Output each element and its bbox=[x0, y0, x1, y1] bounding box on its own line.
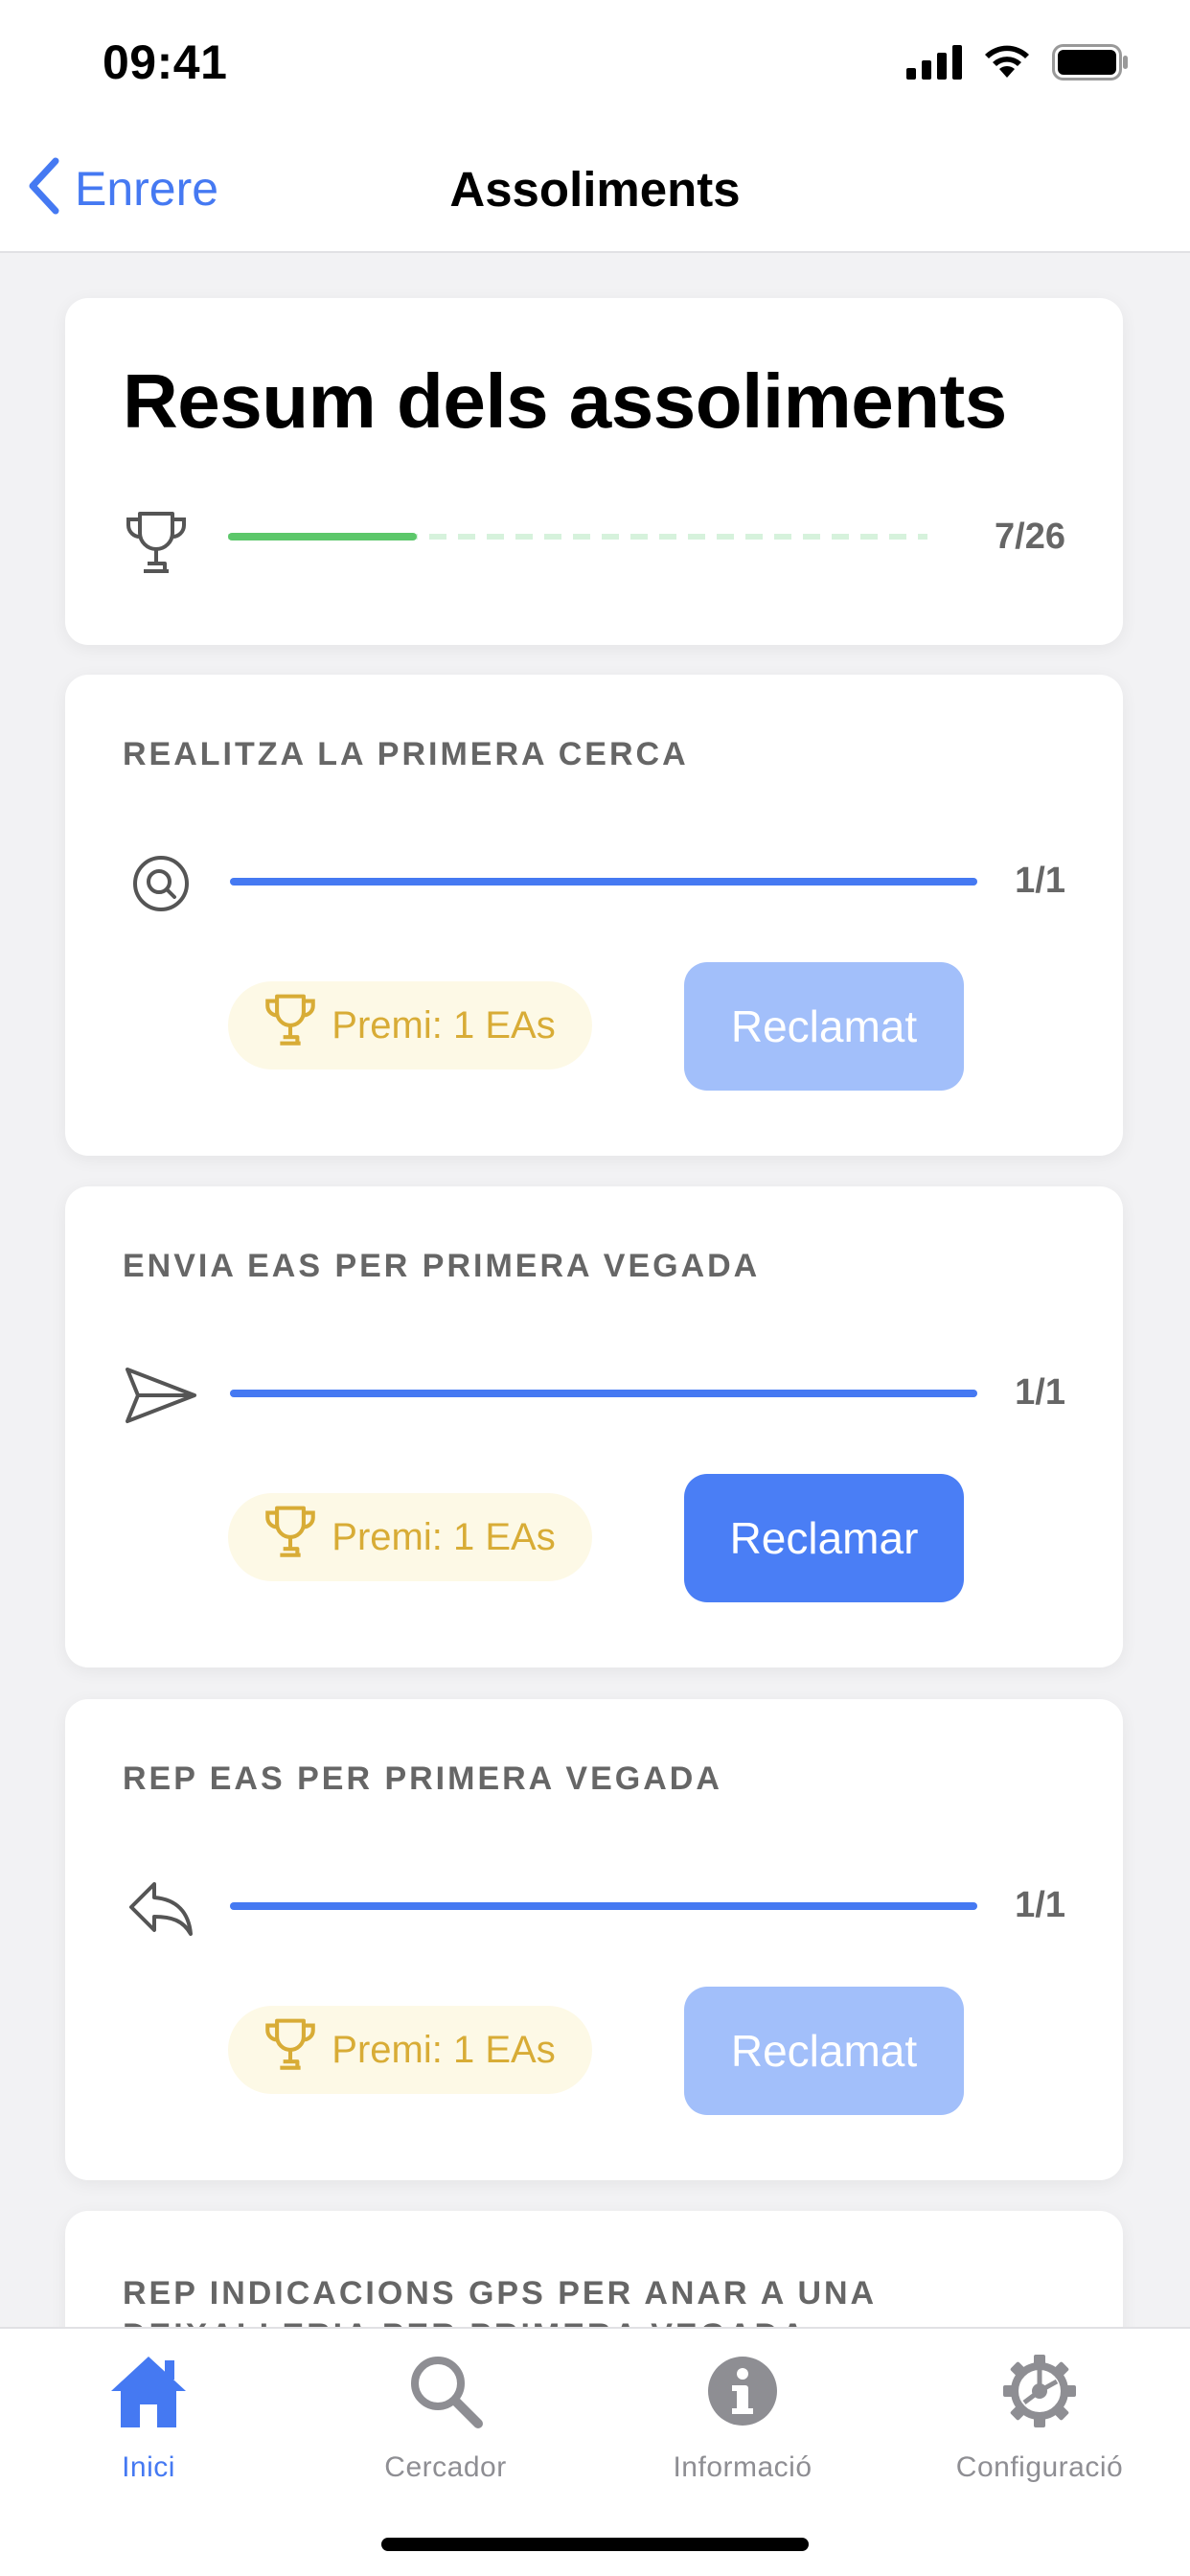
battery-icon bbox=[1052, 44, 1129, 85]
achievement-title: Rep indicacions GPS per anar a una deixa… bbox=[123, 2275, 876, 2327]
achievement-count: 1/1 bbox=[1015, 1885, 1065, 1925]
claim-button[interactable]: Reclamar bbox=[684, 1474, 964, 1602]
status-time: 09:41 bbox=[103, 35, 228, 89]
reward-badge: Premi: 1 EAs bbox=[228, 1493, 592, 1581]
page-title: Assoliments bbox=[449, 162, 741, 217]
achievement-card: Realitza la primera cerca 1/1 Premi: 1 E… bbox=[65, 675, 1123, 1156]
tab-label: Informació bbox=[673, 2451, 812, 2483]
reward-label: Premi: 1 EAs bbox=[332, 1515, 556, 1558]
reward-badge: Premi: 1 EAs bbox=[228, 981, 592, 1070]
achievement-title: Rep EAs per primera vegada bbox=[123, 1760, 722, 1797]
achievements-list[interactable]: Resum dels assoliments 7/26 Realitza la … bbox=[0, 255, 1190, 2327]
trophy-icon bbox=[264, 993, 316, 1058]
app-screen: 09:41 Enrere Assoliments Resum dels asso… bbox=[0, 0, 1190, 2576]
home-indicator bbox=[381, 2538, 809, 2551]
tab-settings[interactable]: Configuració bbox=[891, 2348, 1188, 2484]
trophy-icon bbox=[264, 1505, 316, 1570]
tab-bar: Inici Cercador Informació Configuració bbox=[0, 2327, 1190, 2576]
summary-card: Resum dels assoliments 7/26 bbox=[65, 298, 1123, 645]
wifi-icon bbox=[983, 45, 1031, 84]
reward-label: Premi: 1 EAs bbox=[332, 1003, 556, 1046]
achievement-progress-bar bbox=[230, 878, 977, 886]
tab-home[interactable]: Inici bbox=[0, 2348, 297, 2484]
trophy-icon bbox=[125, 510, 188, 582]
achievement-card: Rep EAs per primera vegada 1/1 Premi: 1 … bbox=[65, 1699, 1123, 2180]
home-icon bbox=[0, 2348, 297, 2434]
summary-progress-fill bbox=[228, 533, 418, 540]
tab-label: Cercador bbox=[384, 2451, 507, 2483]
reward-badge: Premi: 1 EAs bbox=[228, 2006, 592, 2094]
search-icon bbox=[297, 2348, 594, 2434]
tab-search[interactable]: Cercador bbox=[297, 2348, 594, 2484]
tab-info[interactable]: Informació bbox=[594, 2348, 891, 2484]
achievement-count: 1/1 bbox=[1015, 1372, 1065, 1413]
achievement-progress-fill bbox=[230, 1902, 977, 1910]
reward-label: Premi: 1 EAs bbox=[332, 2028, 556, 2071]
claimed-button[interactable]: Reclamat bbox=[684, 1987, 964, 2115]
navigation-bar: Enrere Assoliments bbox=[0, 126, 1190, 253]
send-icon bbox=[123, 1357, 199, 1434]
achievement-count: 1/1 bbox=[1015, 861, 1065, 901]
achievement-progress-bar bbox=[230, 1390, 977, 1397]
status-bar: 09:41 bbox=[0, 0, 1190, 126]
achievement-progress-bar bbox=[230, 1902, 977, 1910]
achievement-title: Realitza la primera cerca bbox=[123, 736, 689, 772]
gear-icon bbox=[891, 2348, 1188, 2434]
status-icons bbox=[906, 44, 1129, 85]
achievement-card: Envia EAs per primera vegada 1/1 Premi: … bbox=[65, 1186, 1123, 1668]
achievement-progress-fill bbox=[230, 1390, 977, 1397]
achievement-progress-fill bbox=[230, 878, 977, 886]
summary-progress-bar bbox=[228, 533, 927, 540]
tab-label: Configuració bbox=[955, 2451, 1124, 2483]
summary-count: 7/26 bbox=[995, 517, 1065, 557]
tab-label: Inici bbox=[122, 2451, 175, 2483]
trophy-icon bbox=[264, 2017, 316, 2082]
info-icon bbox=[594, 2348, 891, 2434]
reply-icon bbox=[123, 1870, 199, 1946]
achievement-card: Rep indicacions GPS per anar a una deixa… bbox=[65, 2211, 1123, 2327]
achievement-title: Envia EAs per primera vegada bbox=[123, 1248, 761, 1284]
claimed-button[interactable]: Reclamat bbox=[684, 962, 964, 1091]
summary-title: Resum dels assoliments bbox=[123, 358, 1007, 444]
search-at-icon bbox=[123, 845, 199, 922]
signal-icon bbox=[906, 45, 962, 84]
